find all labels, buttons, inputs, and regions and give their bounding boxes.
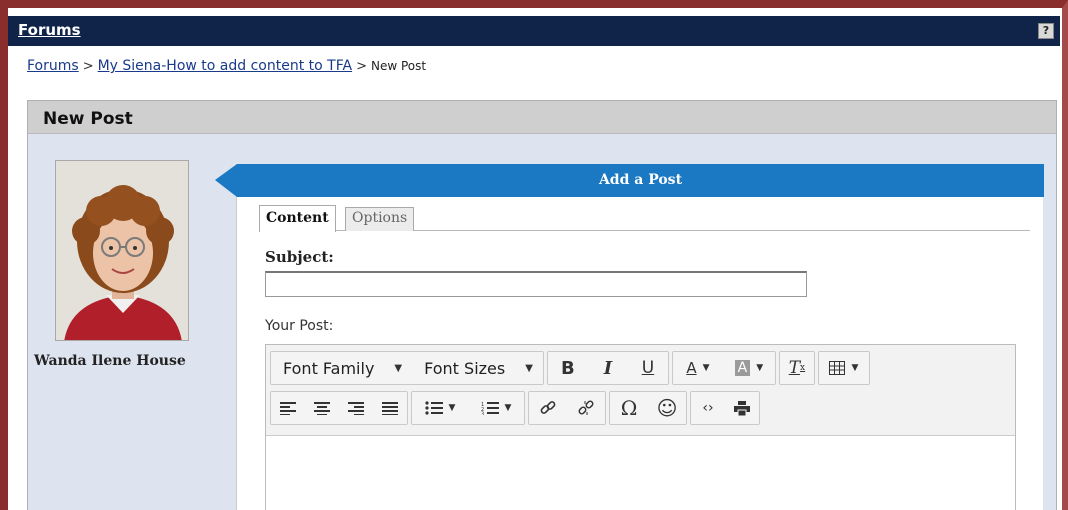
unlink-button[interactable] [567, 392, 605, 424]
align-center-icon [314, 402, 330, 415]
justify-icon [382, 402, 398, 415]
underline-button[interactable]: U [628, 352, 668, 384]
post-body-textarea[interactable] [266, 435, 1015, 510]
breadcrumb-forum-link[interactable]: My Siena-How to add content to TFA [98, 58, 352, 74]
emoticons-button[interactable]: ☺ [648, 392, 686, 424]
align-right-button[interactable] [339, 392, 373, 424]
table-button[interactable]: ▼ [819, 352, 869, 384]
compose-tabs: Content Options [259, 205, 1030, 232]
align-left-icon [280, 402, 296, 415]
your-post-label: Your Post: [265, 318, 334, 334]
special-character-button[interactable]: Ω [610, 392, 648, 424]
help-icon[interactable]: ? [1038, 23, 1054, 39]
svg-text:3: 3 [481, 412, 484, 416]
clear-formatting-button[interactable]: Tx [780, 352, 814, 384]
caret-down-icon: ▼ [851, 363, 859, 373]
breadcrumb-forums-link[interactable]: Forums [27, 58, 79, 74]
source-code-button[interactable]: ‹› [691, 392, 725, 424]
caret-down-icon: ▼ [756, 363, 764, 373]
breadcrumb-current: New Post [370, 59, 427, 73]
numbered-list-button[interactable]: 1 2 3 ▼ [468, 392, 524, 424]
forum-header: Forums ? [8, 16, 1060, 46]
clear-format-icon: T [788, 358, 801, 378]
font-sizes-dropdown[interactable]: Font Sizes ▼ [412, 352, 543, 384]
bg-color-icon: A [734, 360, 751, 376]
caret-down-icon: ▼ [702, 363, 710, 373]
new-post-panel: New Post Wanda Ilene House Add a Post Co… [27, 100, 1057, 510]
tab-options[interactable]: Options [345, 207, 415, 231]
forums-title-link[interactable]: Forums [18, 21, 81, 39]
caret-down-icon: ▼ [448, 403, 456, 413]
text-color-button[interactable]: A ▼ [673, 352, 723, 384]
print-button[interactable] [725, 392, 759, 424]
add-post-banner: Add a Post [215, 164, 1044, 197]
banner-arrow-icon [215, 164, 237, 197]
bullet-list-button[interactable]: ▼ [412, 392, 468, 424]
insert-link-button[interactable] [529, 392, 567, 424]
rich-text-editor: Font Family ▼ Font Sizes ▼ B I U A ▼ A ▼ Tx [265, 344, 1016, 510]
toolbar-row-2: ▼ 1 2 3 ▼ Ω ☺ ‹› [270, 391, 760, 425]
panel-title: New Post [43, 109, 133, 129]
breadcrumb: Forums > My Siena-How to add content to TF… [27, 58, 426, 74]
unlink-icon [578, 400, 594, 415]
font-sizes-label: Font Sizes [424, 358, 506, 378]
panel-header: New Post [28, 101, 1056, 134]
font-family-dropdown[interactable]: Font Family ▼ [271, 352, 412, 384]
caret-down-icon: ▼ [525, 362, 533, 374]
bold-button[interactable]: B [548, 352, 588, 384]
subject-input[interactable] [265, 271, 807, 297]
caret-down-icon: ▼ [394, 362, 403, 374]
bullet-list-icon [424, 401, 443, 415]
text-color-icon: A [686, 359, 697, 377]
numbered-list-icon: 123 [481, 402, 499, 416]
font-family-label: Font Family [283, 358, 375, 378]
italic-button[interactable]: I [588, 352, 628, 384]
toolbar-row-1: Font Family ▼ Font Sizes ▼ B I U A ▼ A ▼ Tx [270, 351, 870, 385]
background-color-button[interactable]: A ▼ [723, 352, 775, 384]
align-center-button[interactable] [305, 392, 339, 424]
avatar-photo [56, 161, 188, 340]
justify-button[interactable] [373, 392, 407, 424]
banner-label: Add a Post [598, 172, 683, 188]
avatar [55, 160, 189, 341]
tab-content[interactable]: Content [259, 205, 336, 232]
breadcrumb-separator: > [356, 59, 367, 74]
print-icon [734, 400, 750, 416]
author-name: Wanda Ilene House [34, 353, 186, 369]
table-icon [829, 361, 846, 375]
caret-down-icon: ▼ [504, 403, 512, 413]
align-right-icon [348, 402, 364, 415]
breadcrumb-separator: > [82, 59, 94, 74]
link-icon [540, 401, 556, 414]
compose-area: Add a Post Content Options Subject: Your… [215, 164, 1044, 510]
align-left-button[interactable] [271, 392, 305, 424]
subject-label: Subject: [265, 248, 334, 266]
